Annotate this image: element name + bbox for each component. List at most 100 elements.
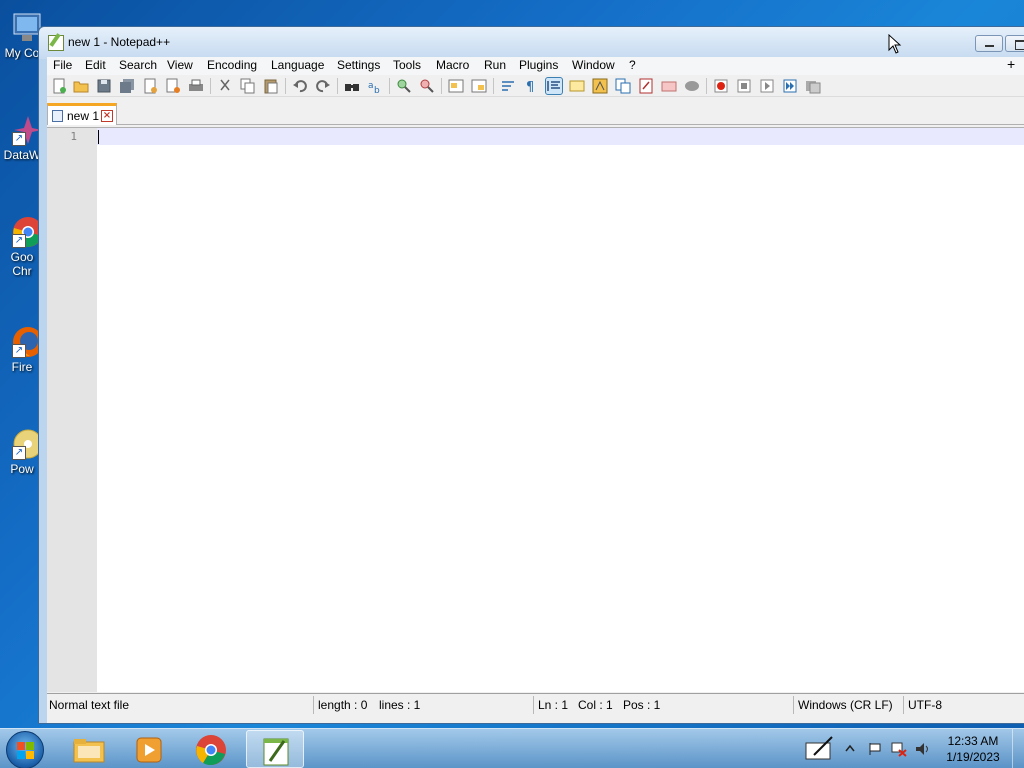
stop-macro-icon[interactable]	[736, 78, 752, 94]
notepadpp-icon	[263, 738, 289, 766]
shortcut-arrow-icon: ↗	[12, 446, 26, 460]
monitoring-icon[interactable]	[661, 78, 677, 94]
status-encoding[interactable]: UTF-8	[908, 698, 942, 712]
taskbar-media-player[interactable]	[120, 730, 178, 768]
word-wrap-icon[interactable]	[500, 78, 516, 94]
status-bar: Normal text file length : 0 lines : 1 Ln…	[47, 693, 1024, 715]
define-language-icon[interactable]	[569, 78, 585, 94]
menu-bar: File Edit Search View Encoding Language …	[47, 56, 1024, 75]
clock-date: 1/19/2023	[946, 750, 1000, 764]
taskbar-chrome[interactable]	[182, 730, 240, 768]
status-eol[interactable]: Windows (CR LF)	[798, 698, 893, 712]
close-tab-icon[interactable]: ×	[101, 110, 113, 122]
text-caret	[98, 130, 99, 144]
tab-label: new 1	[67, 109, 100, 123]
shortcut-arrow-icon: ↗	[12, 234, 26, 248]
close-file-icon[interactable]	[142, 78, 158, 94]
open-file-icon[interactable]	[73, 78, 89, 94]
svg-text:a: a	[368, 81, 374, 91]
show-hidden-icons-chevron-icon[interactable]	[844, 743, 856, 753]
notepadpp-app-icon	[48, 35, 64, 51]
menu-macro[interactable]: Macro	[436, 58, 469, 72]
menu-help[interactable]: ?	[629, 58, 636, 72]
network-icon[interactable]	[890, 741, 908, 757]
doc-map-icon[interactable]	[592, 78, 608, 94]
menu-plus[interactable]: +	[1007, 56, 1015, 72]
text-editor[interactable]: 1	[47, 127, 1024, 692]
function-list-icon[interactable]	[615, 78, 631, 94]
window-title: new 1 - Notepad++	[68, 35, 171, 49]
save-icon[interactable]	[96, 78, 112, 94]
close-all-icon[interactable]	[165, 78, 181, 94]
menu-encoding[interactable]: Encoding	[207, 58, 257, 72]
volume-icon[interactable]	[914, 741, 932, 757]
menu-window[interactable]: Window	[572, 58, 615, 72]
tab-new-1[interactable]: new 1 ×	[47, 103, 117, 125]
chrome-icon	[196, 735, 226, 766]
menu-view[interactable]: View	[167, 58, 193, 72]
sync-vertical-icon[interactable]	[448, 78, 464, 94]
menu-tools[interactable]: Tools	[393, 58, 421, 72]
shortcut-arrow-icon: ↗	[12, 344, 26, 358]
menu-edit[interactable]: Edit	[85, 58, 106, 72]
svg-text:¶: ¶	[526, 80, 534, 94]
run-macro-multiple-icon[interactable]	[782, 78, 798, 94]
taskbar-file-explorer[interactable]	[60, 730, 118, 768]
windows-logo-icon	[17, 742, 35, 760]
indent-guide-icon[interactable]	[545, 77, 563, 95]
redo-icon[interactable]	[315, 78, 331, 94]
status-position: Pos : 1	[623, 698, 661, 712]
start-button[interactable]	[6, 731, 44, 768]
replace-icon[interactable]: ab	[367, 78, 383, 96]
zoom-in-icon[interactable]	[396, 78, 412, 94]
zoom-out-icon[interactable]	[419, 78, 435, 94]
menu-settings[interactable]: Settings	[337, 58, 380, 72]
pen-input-icon[interactable]	[804, 735, 834, 763]
find-icon[interactable]	[344, 78, 360, 94]
copy-icon[interactable]	[240, 78, 256, 94]
new-file-icon[interactable]	[51, 78, 67, 94]
menu-file[interactable]: File	[53, 58, 72, 72]
show-all-chars-icon[interactable]: ¶	[523, 78, 539, 95]
show-desktop-button[interactable]	[1012, 729, 1024, 768]
save-macro-icon[interactable]	[805, 78, 821, 94]
print-icon[interactable]	[188, 78, 204, 94]
action-center-flag-icon[interactable]	[866, 741, 884, 757]
play-macro-icon[interactable]	[759, 78, 775, 94]
media-player-icon	[136, 737, 162, 763]
clock-time: 12:33 AM	[947, 734, 999, 748]
menu-plugins[interactable]: Plugins	[519, 58, 558, 72]
menu-search[interactable]: Search	[119, 58, 157, 72]
folder-icon	[73, 739, 105, 763]
toolbar: ab ¶	[47, 75, 1024, 97]
status-lines: lines : 1	[379, 698, 421, 712]
svg-text:b: b	[374, 86, 380, 94]
folder-workspace-icon[interactable]	[638, 78, 654, 94]
undo-icon[interactable]	[292, 78, 308, 94]
cut-icon[interactable]	[217, 78, 233, 94]
status-column: Col : 1	[578, 698, 613, 712]
line-number: 1	[70, 130, 77, 143]
menu-language[interactable]: Language	[271, 58, 324, 72]
panel-icon[interactable]	[684, 78, 700, 94]
line-number-gutter: 1	[47, 128, 97, 692]
taskbar-notepadpp[interactable]	[246, 730, 304, 768]
status-line: Ln : 1	[538, 698, 569, 712]
menu-run[interactable]: Run	[484, 58, 506, 72]
taskbar-clock[interactable]: 12:33 AM 1/19/2023	[936, 733, 1010, 765]
status-file-type: Normal text file	[49, 698, 130, 712]
window-client: File Edit Search View Encoding Language …	[47, 56, 1024, 723]
maximize-button[interactable]	[1005, 35, 1024, 52]
save-all-icon[interactable]	[119, 78, 135, 94]
file-icon	[52, 110, 63, 122]
paste-icon[interactable]	[263, 78, 279, 94]
mouse-cursor-icon	[888, 34, 902, 54]
minimize-button[interactable]	[975, 35, 1003, 52]
title-bar[interactable]: new 1 - Notepad++	[39, 27, 1024, 59]
sync-horizontal-icon[interactable]	[471, 78, 487, 94]
taskbar: 12:33 AM 1/19/2023	[0, 728, 1024, 768]
tab-bar: new 1 ×	[47, 99, 1024, 125]
status-length: length : 0	[318, 698, 368, 712]
shortcut-arrow-icon: ↗	[12, 132, 26, 146]
record-macro-icon[interactable]	[713, 78, 729, 94]
